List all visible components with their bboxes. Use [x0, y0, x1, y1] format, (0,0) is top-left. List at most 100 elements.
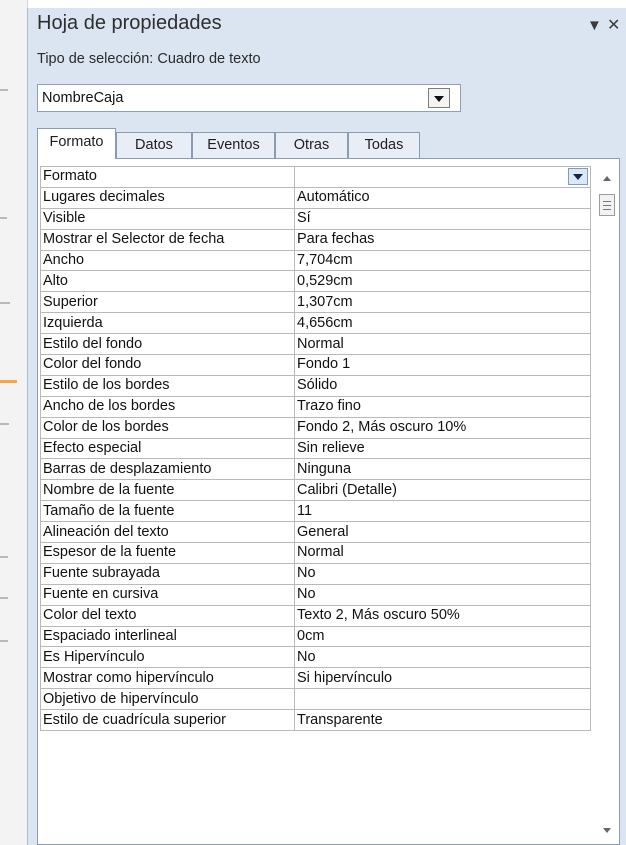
property-value-text: 11	[297, 502, 313, 519]
dropdown-arrow-icon[interactable]: ▼	[587, 17, 602, 34]
property-value-text: 7,704cm	[297, 252, 353, 268]
tab-eventos[interactable]: Eventos	[192, 132, 275, 158]
property-name: Ancho de los bordes	[40, 395, 295, 418]
property-value[interactable]: 0cm	[294, 625, 591, 648]
property-value-text: No	[297, 565, 316, 582]
property-row[interactable]: Mostrar el Selector de fecha Para fechas	[40, 228, 591, 251]
property-row[interactable]: Ancho de los bordes Trazo fino	[40, 395, 591, 418]
property-value-text: Sólido	[297, 377, 338, 394]
property-row[interactable]: Visible Sí	[40, 207, 591, 230]
property-row[interactable]: Espaciado interlineal 0cm	[40, 625, 591, 648]
scroll-down-icon[interactable]	[603, 828, 611, 833]
property-value-text: Calibri (Detalle)	[297, 481, 397, 498]
property-value[interactable]: 1,307cm	[294, 291, 591, 314]
tab-datos[interactable]: Datos	[116, 132, 192, 158]
property-row[interactable]: Alineación del texto General	[40, 521, 591, 544]
property-value[interactable]: Normal	[294, 542, 591, 564]
background-tick	[0, 217, 7, 219]
property-row[interactable]: Color de los bordes Fondo 2, Más oscuro 1…	[40, 416, 591, 439]
tab-otras[interactable]: Otras	[275, 132, 348, 158]
background-tick	[0, 597, 8, 599]
property-name: Tamaño de la fuente	[40, 500, 295, 523]
property-grid-container: Formato Lugares decimales Automático Visibl…	[37, 158, 620, 845]
property-name: Objetivo de hipervínculo	[40, 688, 295, 711]
property-row[interactable]: Tamaño de la fuente 11	[40, 500, 591, 523]
property-row[interactable]: Color del texto Texto 2, Más oscuro 50%	[40, 604, 591, 627]
vertical-scrollbar[interactable]	[598, 166, 616, 839]
background-accent-tick	[0, 380, 17, 383]
property-row[interactable]: Lugares decimales Automático	[40, 186, 591, 209]
property-row[interactable]: Estilo del fondo Normal	[40, 333, 591, 356]
property-row[interactable]: Espesor de la fuente Normal	[40, 542, 591, 564]
property-value[interactable]: Sí	[294, 207, 591, 230]
property-value[interactable]: No	[294, 646, 591, 669]
panel-title: Hoja de propiedades	[37, 12, 222, 34]
property-value-text: 0cm	[297, 628, 325, 645]
property-name: Espesor de la fuente	[40, 542, 295, 564]
property-value[interactable]: Transparente	[294, 709, 591, 732]
property-row[interactable]: Objetivo de hipervínculo	[40, 688, 591, 711]
property-row[interactable]: Es Hipervínculo No	[40, 646, 591, 669]
property-name: Barras de desplazamiento	[40, 458, 295, 481]
grip-line	[603, 205, 611, 206]
property-name: Color del texto	[40, 604, 295, 627]
property-value[interactable]: Normal	[294, 333, 591, 356]
close-icon[interactable]: ✕	[607, 15, 620, 35]
property-name: Alineación del texto	[40, 521, 295, 544]
scroll-up-icon[interactable]	[603, 176, 611, 181]
object-selector-combo[interactable]: NombreCaja	[37, 84, 461, 112]
tab-todas[interactable]: Todas	[348, 132, 420, 158]
property-name: Nombre de la fuente	[40, 479, 295, 502]
property-value[interactable]: Calibri (Detalle)	[294, 479, 591, 502]
property-row[interactable]: Fuente en cursiva No	[40, 583, 591, 606]
property-value[interactable]: 4,656cm	[294, 312, 591, 335]
property-value[interactable]: Si hipervínculo	[294, 667, 591, 690]
property-row[interactable]: Estilo de los bordes Sólido	[40, 374, 591, 397]
property-row[interactable]: Fuente subrayada No	[40, 562, 591, 585]
property-row[interactable]: Ancho 7,704cm	[40, 249, 591, 272]
property-row[interactable]: Nombre de la fuente Calibri (Detalle)	[40, 479, 591, 502]
format-dropdown-button[interactable]	[568, 168, 588, 185]
property-row[interactable]: Formato	[40, 166, 591, 188]
property-value-text: General	[297, 523, 349, 540]
property-row[interactable]: Efecto especial Sin relieve	[40, 437, 591, 460]
property-name: Superior	[40, 291, 295, 314]
property-value[interactable]: Trazo fino	[294, 395, 591, 418]
property-grid: Formato Lugares decimales Automático Visibl…	[40, 166, 591, 732]
property-name: Estilo de los bordes	[40, 374, 295, 397]
property-value[interactable]: Sin relieve	[294, 437, 591, 460]
property-value[interactable]	[294, 688, 591, 711]
property-value[interactable]	[294, 166, 591, 188]
property-row[interactable]: Estilo de cuadrícula superior Transparent…	[40, 709, 591, 732]
scrollbar-thumb[interactable]	[599, 194, 615, 216]
background-tick	[0, 556, 8, 558]
property-value-text: Si hipervínculo	[297, 669, 393, 686]
tab-formato[interactable]: Formato	[37, 128, 116, 159]
property-value[interactable]: No	[294, 562, 591, 585]
property-name: Color del fondo	[40, 354, 295, 376]
property-value[interactable]: Automático	[294, 186, 591, 209]
property-value[interactable]: Ninguna	[294, 458, 591, 481]
property-value[interactable]: 0,529cm	[294, 270, 591, 293]
property-value[interactable]: Fondo 1	[294, 354, 591, 376]
property-row[interactable]: Alto 0,529cm	[40, 270, 591, 293]
property-row[interactable]: Mostrar como hipervínculo Si hipervínculo	[40, 667, 591, 690]
property-name: Lugares decimales	[40, 186, 295, 209]
property-row[interactable]: Color del fondo Fondo 1	[40, 354, 591, 376]
property-value[interactable]: General	[294, 521, 591, 544]
property-name: Izquierda	[40, 312, 295, 335]
property-value[interactable]: Fondo 2, Más oscuro 10%	[294, 416, 591, 439]
property-value[interactable]: No	[294, 583, 591, 606]
property-row[interactable]: Izquierda 4,656cm	[40, 312, 591, 335]
grip-line	[603, 201, 611, 202]
combo-dropdown-button[interactable]	[428, 88, 450, 108]
property-value[interactable]: Para fechas	[294, 228, 591, 251]
chevron-down-icon	[573, 173, 583, 180]
background-tick	[0, 89, 8, 91]
property-value[interactable]: Texto 2, Más oscuro 50%	[294, 604, 591, 627]
property-value[interactable]: 7,704cm	[294, 249, 591, 272]
property-row[interactable]: Superior 1,307cm	[40, 291, 591, 314]
property-row[interactable]: Barras de desplazamiento Ninguna	[40, 458, 591, 481]
property-value[interactable]: Sólido	[294, 374, 591, 397]
property-value[interactable]: 11	[294, 500, 591, 523]
